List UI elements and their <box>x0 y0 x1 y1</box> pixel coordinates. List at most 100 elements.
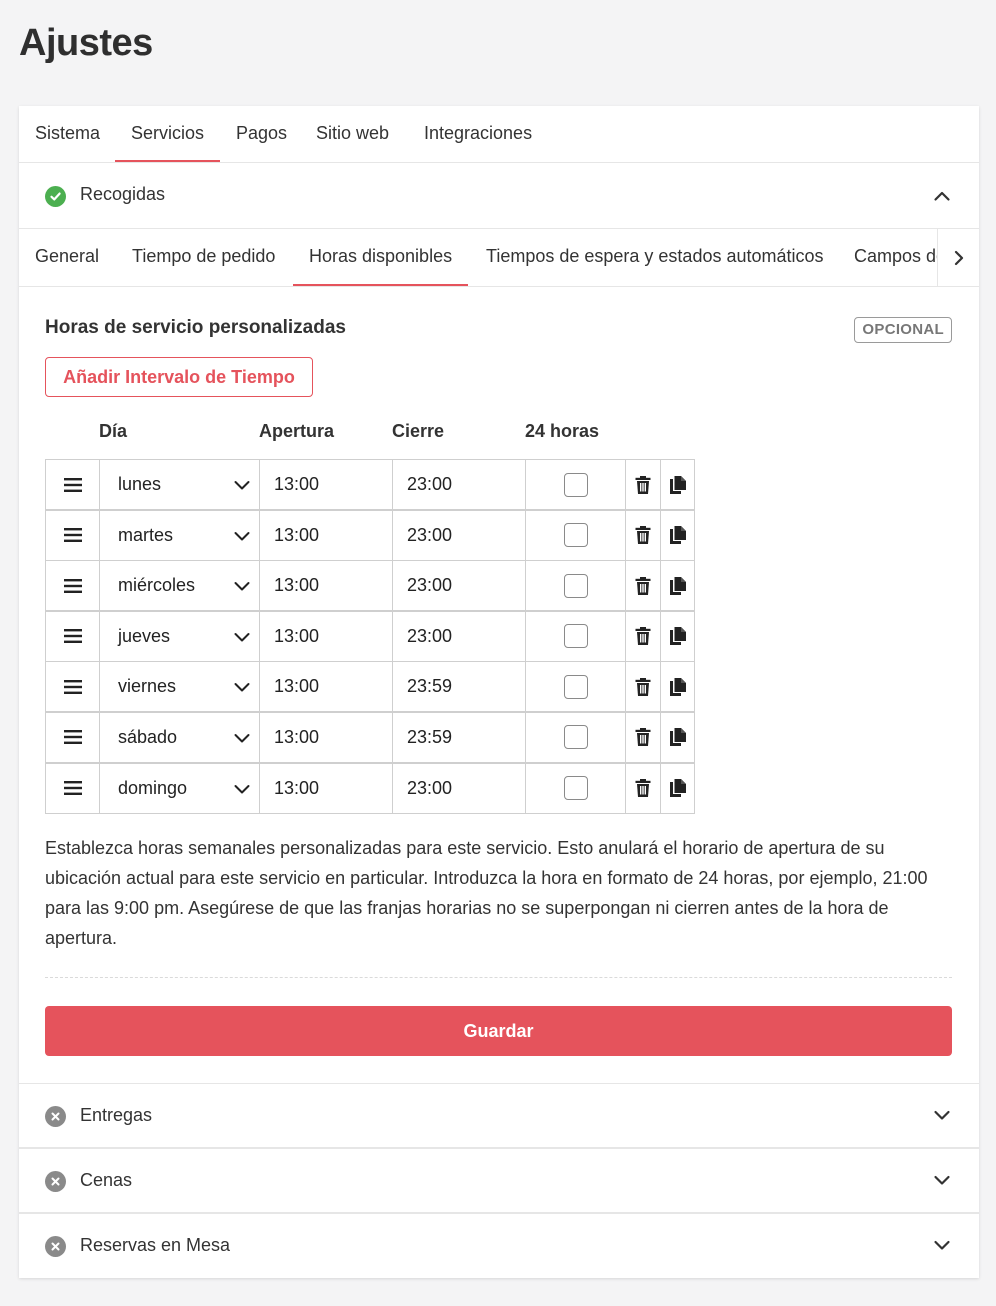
close-time-value: 23:59 <box>407 676 453 697</box>
chevron-down-icon <box>234 784 250 794</box>
subtab-horas-disponibles[interactable]: Horas disponibles <box>293 229 469 286</box>
subtab-tiempo-de-pedido[interactable]: Tiempo de pedido <box>116 229 291 286</box>
section-header-dinein[interactable]: Cenas <box>19 1148 979 1213</box>
section-label-dinein: Cenas <box>80 1170 133 1190</box>
copy-row-button[interactable] <box>660 762 695 814</box>
copy-icon <box>669 526 686 545</box>
day-select[interactable]: miércoles <box>99 560 260 612</box>
day-value: viernes <box>118 676 177 697</box>
drag-handle-icon <box>63 679 82 694</box>
delete-row-button[interactable] <box>625 711 661 763</box>
close-time-value: 23:00 <box>407 524 453 545</box>
open-time-input[interactable]: 13:00 <box>259 459 393 510</box>
close-time-input[interactable]: 23:00 <box>392 509 526 561</box>
all-day-checkbox[interactable] <box>563 573 588 598</box>
drag-handle[interactable] <box>45 610 100 662</box>
all-day-checkbox[interactable] <box>563 725 588 750</box>
trash-icon <box>635 576 651 595</box>
tab-servicios[interactable]: Servicios <box>115 106 221 162</box>
available-hours-panel: Horas de servicio personalizadas OPCIONA… <box>19 287 979 1083</box>
copy-row-button[interactable] <box>660 459 695 510</box>
chevron-down-icon[interactable] <box>933 1171 951 1189</box>
open-time-input[interactable]: 13:00 <box>259 711 393 763</box>
settings-card: Sistema Servicios Pagos Sitio web Integr… <box>19 106 979 1278</box>
section-label-delivery: Entregas <box>80 1105 153 1125</box>
day-select[interactable]: jueves <box>99 610 260 662</box>
all-day-checkbox[interactable] <box>563 776 588 801</box>
copy-icon <box>669 576 686 595</box>
chevron-down-icon[interactable] <box>933 1106 951 1124</box>
delete-row-button[interactable] <box>625 560 661 612</box>
delete-row-button[interactable] <box>625 762 661 814</box>
all-day-cell <box>525 762 626 814</box>
tabs-scroll-right-button[interactable] <box>937 229 979 286</box>
drag-handle[interactable] <box>45 762 100 814</box>
delete-row-button[interactable] <box>625 661 661 713</box>
drag-handle[interactable] <box>45 661 100 713</box>
open-time-value: 13:00 <box>274 625 320 646</box>
drag-handle[interactable] <box>45 711 100 763</box>
open-time-input[interactable]: 13:00 <box>259 610 393 662</box>
close-time-input[interactable]: 23:59 <box>392 711 526 763</box>
drag-handle[interactable] <box>45 560 100 612</box>
trash-icon <box>635 475 651 494</box>
all-day-checkbox[interactable] <box>563 472 588 497</box>
save-button[interactable]: Guardar <box>45 1006 952 1056</box>
all-day-checkbox[interactable] <box>563 674 588 699</box>
x-circle-icon <box>45 1106 66 1127</box>
delete-row-button[interactable] <box>625 509 661 561</box>
copy-row-button[interactable] <box>660 509 695 561</box>
tab-pagos[interactable]: Pagos <box>220 106 303 162</box>
close-time-value: 23:59 <box>407 726 453 747</box>
drag-handle[interactable] <box>45 509 100 561</box>
tab-sitio-web[interactable]: Sitio web <box>300 106 405 162</box>
optional-badge: OPCIONAL <box>854 317 952 343</box>
help-text: Establezca horas semanales personalizada… <box>45 838 928 948</box>
section-header-reservations[interactable]: Reservas en Mesa <box>19 1213 979 1278</box>
section-label-reservations: Reservas en Mesa <box>80 1235 231 1255</box>
chevron-up-icon[interactable] <box>933 187 951 205</box>
all-day-cell <box>525 509 626 561</box>
open-time-value: 13:00 <box>274 575 320 596</box>
tab-integraciones[interactable]: Integraciones <box>408 106 548 162</box>
close-time-input[interactable]: 23:00 <box>392 560 526 612</box>
table-row: sábado 13:00 23:59 <box>45 711 695 763</box>
section-header-delivery[interactable]: Entregas <box>19 1083 979 1148</box>
add-time-interval-button[interactable]: Añadir Intervalo de Tiempo <box>45 357 313 397</box>
open-time-input[interactable]: 13:00 <box>259 661 393 713</box>
day-select[interactable]: martes <box>99 509 260 561</box>
day-select[interactable]: lunes <box>99 459 260 510</box>
copy-row-button[interactable] <box>660 560 695 612</box>
day-value: martes <box>118 524 174 545</box>
copy-row-button[interactable] <box>660 610 695 662</box>
open-time-input[interactable]: 13:00 <box>259 560 393 612</box>
subtab-general[interactable]: General <box>19 229 115 286</box>
close-time-input[interactable]: 23:00 <box>392 762 526 814</box>
section-header-pickup[interactable]: Recogidas <box>19 163 979 229</box>
day-select[interactable]: sábado <box>99 711 260 763</box>
close-time-input[interactable]: 23:00 <box>392 459 526 510</box>
drag-handle[interactable] <box>45 459 100 510</box>
copy-row-button[interactable] <box>660 711 695 763</box>
subtab-campos[interactable]: Campos de <box>838 229 937 286</box>
all-day-checkbox[interactable] <box>563 523 588 548</box>
copy-row-button[interactable] <box>660 661 695 713</box>
close-time-input[interactable]: 23:59 <box>392 661 526 713</box>
open-time-value: 13:00 <box>274 777 320 798</box>
all-day-checkbox[interactable] <box>563 624 588 649</box>
day-select[interactable]: domingo <box>99 762 260 814</box>
open-time-input[interactable]: 13:00 <box>259 509 393 561</box>
trash-icon <box>635 677 651 696</box>
drag-handle-icon <box>63 528 82 543</box>
day-select[interactable]: viernes <box>99 661 260 713</box>
table-row: miércoles 13:00 23:00 <box>45 560 695 612</box>
chevron-right-icon <box>954 250 963 265</box>
delete-row-button[interactable] <box>625 459 661 510</box>
subtab-tiempos-de-espera[interactable]: Tiempos de espera y estados automáticos <box>470 229 840 286</box>
copy-icon <box>669 475 686 494</box>
delete-row-button[interactable] <box>625 610 661 662</box>
close-time-input[interactable]: 23:00 <box>392 610 526 662</box>
open-time-input[interactable]: 13:00 <box>259 762 393 814</box>
tab-sistema[interactable]: Sistema <box>19 106 116 162</box>
chevron-down-icon[interactable] <box>933 1236 951 1254</box>
